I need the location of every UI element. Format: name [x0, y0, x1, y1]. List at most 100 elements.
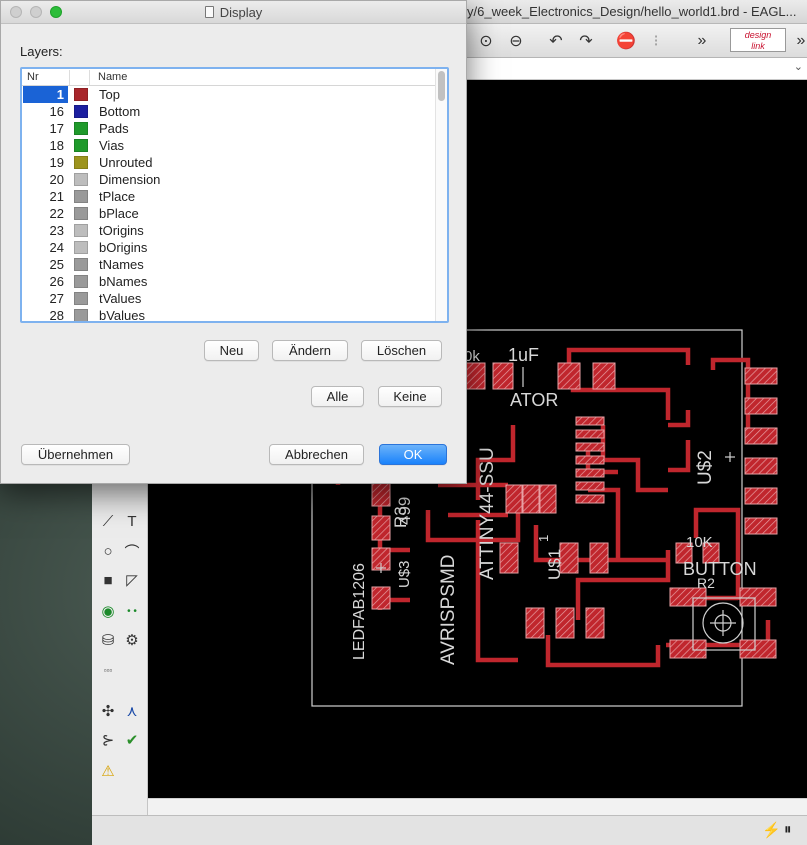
layer-number: 26	[49, 274, 64, 289]
canvas-horizontal-scrollbar[interactable]	[148, 798, 807, 815]
layer-name: Dimension	[99, 172, 161, 187]
layer-row[interactable]: 27 tValues	[22, 290, 435, 307]
layer-name: tValues	[99, 291, 142, 306]
layer-row[interactable]: 24 bOrigins	[22, 239, 435, 256]
ratsnest-tool-icon[interactable]: ⋏	[121, 700, 143, 722]
zoom-window-icon[interactable]	[50, 6, 62, 18]
pad-3	[557, 362, 581, 390]
layer-row[interactable]: 28 bValues	[22, 307, 435, 321]
layer-number: 21	[49, 189, 64, 204]
pad-25	[499, 542, 519, 574]
layer-color-swatch[interactable]	[74, 105, 88, 118]
stop-icon[interactable]: ⛔	[614, 29, 638, 53]
optimize-tool-icon[interactable]: ⊱	[97, 729, 119, 751]
pad-7	[744, 427, 778, 445]
layer-name: bOrigins	[99, 240, 148, 255]
layer-row[interactable]: 26 bNames	[22, 273, 435, 290]
layer-color-swatch[interactable]	[74, 173, 88, 186]
layer-table[interactable]: Nr Name 1 Top 16 Bottom 17 Pads 18 Vias 19 Unrout…	[20, 67, 449, 323]
wire-tool-icon[interactable]: ⟋	[97, 510, 119, 532]
polygon-tool-icon[interactable]: ◸	[121, 569, 143, 591]
rect-tool-icon[interactable]: ■	[97, 569, 119, 591]
circle-tool-icon[interactable]: ○	[97, 540, 119, 562]
pad-4	[592, 362, 616, 390]
lightning-icon[interactable]: ⚡	[762, 821, 781, 839]
layer-color-swatch[interactable]	[74, 258, 88, 271]
layer-number: 27	[49, 291, 64, 306]
pad-29	[555, 607, 575, 639]
change-layer-button[interactable]: Ändern	[272, 340, 348, 361]
layer-row[interactable]: 25 tNames	[22, 256, 435, 273]
dialog-title: Display	[219, 5, 263, 20]
layer-row[interactable]: 17 Pads	[22, 120, 435, 137]
column-header-nr[interactable]: Nr	[27, 71, 39, 83]
layer-color-swatch[interactable]	[74, 190, 88, 203]
label-pin1: 1	[536, 535, 551, 542]
via-tool-icon[interactable]: ◉	[97, 600, 119, 622]
cancel-button[interactable]: Abbrechen	[269, 444, 364, 465]
layer-row[interactable]: 22 bPlace	[22, 205, 435, 222]
layer-number: 19	[49, 155, 64, 170]
layers-label: Layers:	[20, 44, 63, 59]
apply-button[interactable]: Übernehmen	[21, 444, 130, 465]
layer-row[interactable]: 18 Vias	[22, 137, 435, 154]
column-header-name[interactable]: Name	[98, 71, 127, 83]
more-toolbar-icon[interactable]: »	[789, 29, 807, 53]
layer-color-swatch[interactable]	[74, 292, 88, 305]
layer-color-swatch[interactable]	[74, 156, 88, 169]
select-none-button[interactable]: Keine	[378, 386, 442, 407]
undo-icon[interactable]: ↶	[544, 29, 568, 53]
layer-row[interactable]: 16 Bottom	[22, 103, 435, 120]
more-tools-icon[interactable]: »	[690, 29, 714, 53]
layer-color-swatch[interactable]	[74, 309, 88, 321]
layer-color-swatch[interactable]	[74, 88, 88, 101]
trace-1	[566, 347, 691, 369]
go-icon[interactable]: ⁝	[644, 29, 668, 53]
signal-tool-icon[interactable]: • •	[121, 600, 143, 622]
layer-name: tNames	[99, 257, 144, 272]
layer-color-swatch[interactable]	[74, 224, 88, 237]
stop-status-icon[interactable]: ⏸	[784, 821, 792, 838]
layer-table-scrollbar[interactable]	[435, 69, 447, 321]
zoom-fit-icon[interactable]: ⊙	[474, 29, 498, 53]
layer-row[interactable]: 21 tPlace	[22, 188, 435, 205]
scrollbar-thumb[interactable]	[438, 71, 445, 101]
chevron-down-icon[interactable]: ⌄	[794, 60, 803, 73]
minimize-window-icon[interactable]	[30, 6, 42, 18]
label-r2: R2	[697, 575, 715, 591]
ok-button[interactable]: OK	[379, 444, 447, 465]
layer-color-swatch[interactable]	[74, 207, 88, 220]
zoom-out-icon[interactable]: ⊖	[504, 29, 528, 53]
pad-30	[585, 607, 605, 639]
layer-number: 18	[49, 138, 64, 153]
warning-icon[interactable]: ⚠	[97, 760, 119, 782]
close-window-icon[interactable]	[10, 6, 22, 18]
layer-color-swatch[interactable]	[74, 122, 88, 135]
layer-row[interactable]: 23 tOrigins	[22, 222, 435, 239]
layer-color-swatch[interactable]	[74, 241, 88, 254]
designlink-button[interactable]: design link	[730, 28, 786, 52]
layer-tool-icon[interactable]: ⛁	[97, 629, 119, 651]
delete-layer-button[interactable]: Löschen	[361, 340, 442, 361]
errc-tool-icon[interactable]: ✔	[121, 729, 143, 751]
layer-row[interactable]: 20 Dimension	[22, 171, 435, 188]
autoroute-tool-icon[interactable]: ✣	[97, 700, 119, 722]
layer-color-swatch[interactable]	[74, 139, 88, 152]
redo-icon[interactable]: ↷	[574, 29, 598, 53]
pad-22	[371, 515, 391, 541]
select-all-button[interactable]: Alle	[311, 386, 364, 407]
drc-tool-icon[interactable]: ▫▫▫	[97, 659, 119, 681]
layer-row[interactable]: 1 Top	[22, 86, 435, 103]
new-layer-button[interactable]: Neu	[204, 340, 259, 361]
layer-number: 25	[49, 257, 64, 272]
arc-tool-icon[interactable]: ⌒	[121, 540, 143, 562]
layer-number: 23	[49, 223, 64, 238]
label-ledfab1206: LEDFAB1206	[351, 563, 368, 660]
command-line-input[interactable]: ⌄	[464, 58, 807, 80]
layer-number: 24	[49, 240, 64, 255]
layer-color-swatch[interactable]	[74, 275, 88, 288]
text-tool-icon[interactable]: T	[121, 510, 143, 532]
pad-2	[492, 362, 514, 390]
ripup-tool-icon[interactable]: ⚙	[121, 629, 143, 651]
layer-row[interactable]: 19 Unrouted	[22, 154, 435, 171]
